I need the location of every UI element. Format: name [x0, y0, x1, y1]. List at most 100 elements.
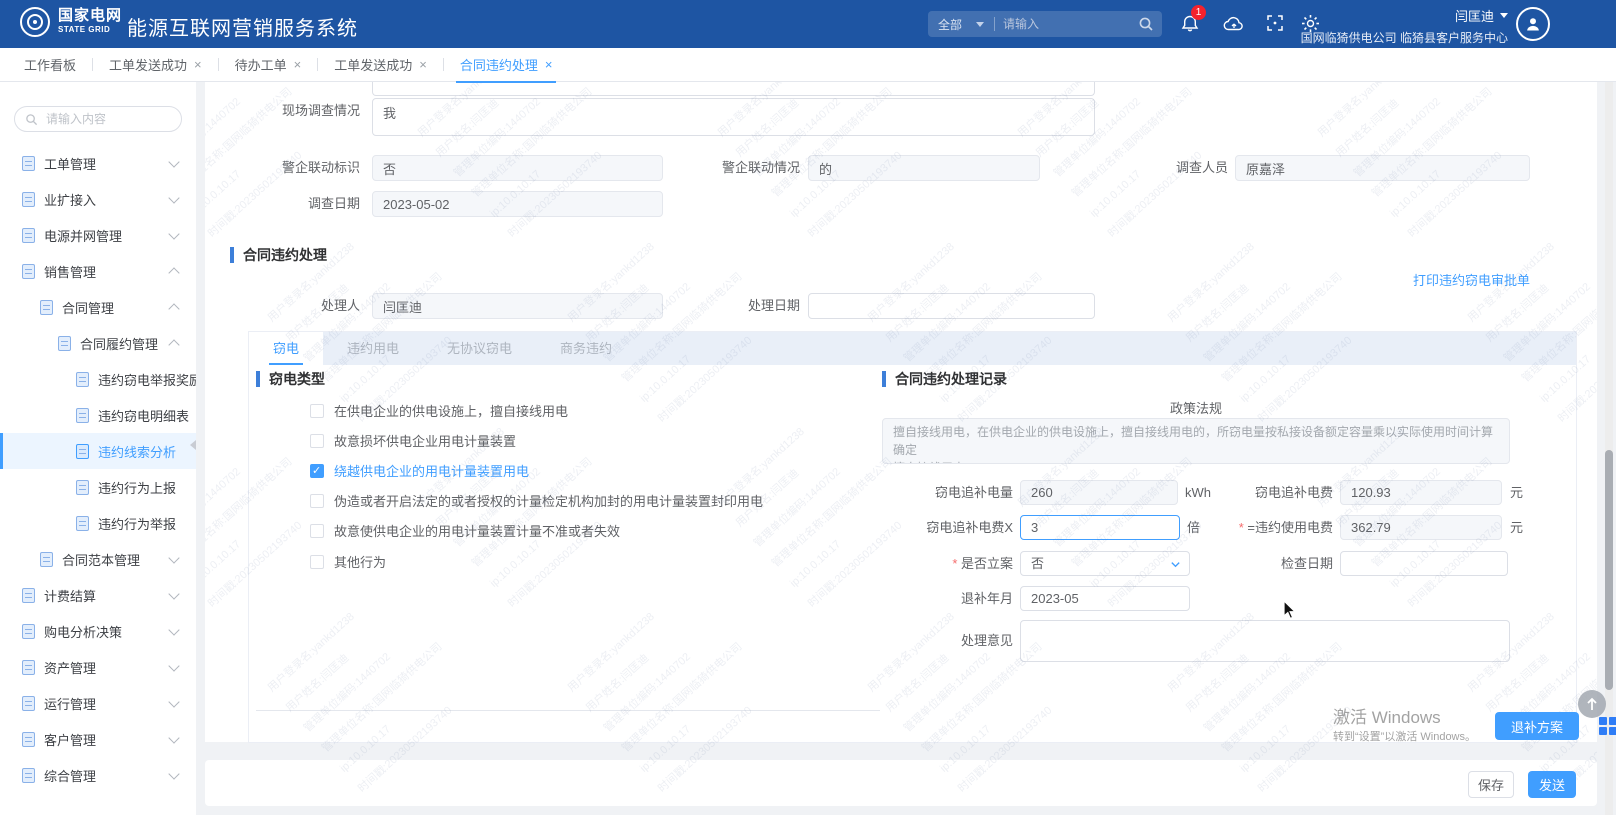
sidebar-item-合同履约管理[interactable]: 合同履约管理	[0, 325, 196, 361]
logo-en: STATE GRID	[58, 26, 122, 34]
scroll-to-top-button[interactable]	[1578, 690, 1606, 718]
document-icon	[22, 660, 35, 675]
sidebar-item-违约行为上报[interactable]: 违约行为上报	[0, 469, 196, 505]
case-filed-select[interactable]: 否	[1020, 551, 1190, 576]
chevron-down-icon	[168, 156, 179, 167]
fullscreen-icon[interactable]	[1266, 14, 1284, 32]
global-search-input[interactable]	[995, 17, 1138, 31]
sidebar-search-input[interactable]	[44, 111, 171, 127]
tab-工单发送成功[interactable]: 工单发送成功 ×	[318, 48, 443, 82]
police-info-input	[808, 155, 1040, 181]
tab-close-icon[interactable]: ×	[419, 57, 427, 72]
tab-label: 合同违约处理	[460, 55, 538, 74]
logo-cn: 国家电网	[58, 8, 122, 23]
print-approval-link[interactable]: 打印违约窃电审批单	[1390, 270, 1530, 289]
unit-times: 倍	[1187, 515, 1200, 540]
handler-input	[372, 293, 663, 319]
chevron-down-icon	[168, 588, 179, 599]
theft-option[interactable]: 其他行为	[310, 552, 386, 571]
policy-textarea: 擅自接线用电，在供电企业的供电设施上，擅自接线用电的，所窃电量按私接设备额定容量…	[882, 418, 1510, 464]
tab-close-icon[interactable]: ×	[194, 57, 202, 72]
document-icon	[40, 300, 53, 315]
sidebar-item-销售管理[interactable]: 销售管理	[0, 253, 196, 289]
sidebar-item-电源并网管理[interactable]: 电源并网管理	[0, 217, 196, 253]
opinion-textarea[interactable]	[1020, 620, 1510, 662]
sidebar-item-综合管理[interactable]: 综合管理	[0, 757, 196, 793]
refund-month-input[interactable]	[1020, 586, 1190, 611]
checkbox-icon[interactable]	[310, 434, 324, 448]
sidebar-item-工单管理[interactable]: 工单管理	[0, 145, 196, 181]
tab-合同违约处理[interactable]: 合同违约处理 ×	[444, 48, 569, 82]
user-menu[interactable]: 闫匡迪 国网临猗供电公司 临猗县客户服务中心	[1301, 6, 1508, 46]
tab-工作看板[interactable]: 工作看板	[8, 48, 92, 82]
tab-close-icon[interactable]: ×	[545, 57, 553, 72]
theft-option[interactable]: 伪造或者开启法定的或者授权的计量检定机构加封的用电计量装置封印用电	[310, 491, 763, 510]
person-icon	[1524, 15, 1542, 33]
sidebar-item-违约行为举报[interactable]: 违约行为举报	[0, 505, 196, 541]
search-scope-select[interactable]: 全部	[928, 16, 994, 33]
search-icon[interactable]	[1138, 16, 1154, 32]
scene-survey-textarea[interactable]: 我	[372, 98, 1095, 136]
sidebar-item-违约线索分析[interactable]: 违约线索分析	[0, 433, 196, 469]
theft-option[interactable]: 在供电企业的供电设施上，擅自接线用电	[310, 401, 568, 420]
tab-工单发送成功[interactable]: 工单发送成功 ×	[93, 48, 218, 82]
send-button[interactable]: 发送	[1528, 771, 1576, 798]
tab-label: 待办工单	[235, 55, 287, 74]
sidebar-item-违约窃电举报奖励[interactable]: 违约窃电举报奖励	[0, 361, 196, 397]
unit-yuan: 元	[1510, 515, 1523, 540]
save-button[interactable]: 保存	[1468, 771, 1514, 798]
sidebar-item-违约窃电明细表[interactable]: 违约窃电明细表	[0, 397, 196, 433]
checkbox-checked-icon[interactable]	[310, 464, 324, 478]
sidebar-item-合同范本管理[interactable]: 合同范本管理	[0, 541, 196, 577]
cloud-icon[interactable]	[1222, 14, 1246, 34]
sidebar-collapse-handle[interactable]	[190, 440, 196, 450]
checkbox-icon[interactable]	[310, 555, 324, 569]
fee-multiplier-input[interactable]	[1020, 515, 1180, 540]
handle-date-label: 处理日期	[660, 293, 800, 319]
theft-qty-label: 窃电追补电量	[883, 480, 1013, 505]
panel-tab-商务违约[interactable]: 商务违约	[536, 332, 636, 365]
panel-tab-窃电[interactable]: 窃电	[249, 332, 323, 365]
state-grid-logo-icon	[20, 7, 50, 37]
tab-close-icon[interactable]: ×	[294, 57, 302, 72]
document-icon	[22, 696, 35, 711]
checkbox-icon[interactable]	[310, 494, 324, 508]
check-date-label: 检查日期	[1203, 551, 1333, 576]
theft-option[interactable]: 绕越供电企业的用电计量装置用电	[310, 461, 529, 480]
checkbox-icon[interactable]	[310, 524, 324, 538]
document-icon	[22, 192, 35, 207]
arrow-up-icon	[1586, 697, 1598, 711]
sidebar-item-购电分析决策[interactable]: 购电分析决策	[0, 613, 196, 649]
handle-date-input[interactable]	[808, 293, 1095, 319]
tab-待办工单[interactable]: 待办工单 ×	[219, 48, 318, 82]
tab-bar: 工作看板工单发送成功×待办工单×工单发送成功×合同违约处理×	[0, 48, 1616, 82]
sidebar-item-label: 违约行为上报	[98, 478, 176, 497]
avatar[interactable]	[1516, 7, 1550, 41]
refund-month-label: 退补年月	[883, 586, 1013, 611]
sidebar-item-合同管理[interactable]: 合同管理	[0, 289, 196, 325]
refund-plan-button[interactable]: 退补方案	[1495, 712, 1579, 740]
document-icon	[22, 156, 35, 171]
theft-option[interactable]: 故意使供电企业的用电计量装置计量不准或者失效	[310, 521, 620, 540]
sidebar-item-计费结算[interactable]: 计费结算	[0, 577, 196, 613]
sidebar-item-运行管理[interactable]: 运行管理	[0, 685, 196, 721]
footer-bar	[205, 760, 1597, 806]
tab-label: 工单发送成功	[334, 55, 412, 74]
sidebar-item-业扩接入[interactable]: 业扩接入	[0, 181, 196, 217]
theft-fee-label: 窃电追补电费	[1203, 480, 1333, 505]
scrollbar-thumb[interactable]	[1605, 450, 1613, 690]
panel-tab-无协议窃电[interactable]: 无协议窃电	[423, 332, 536, 365]
sidebar-item-label: 电源并网管理	[44, 226, 122, 245]
check-date-input[interactable]	[1340, 551, 1508, 576]
sidebar-item-客户管理[interactable]: 客户管理	[0, 721, 196, 757]
panel-tab-违约用电[interactable]: 违约用电	[323, 332, 423, 365]
sidebar-item-资产管理[interactable]: 资产管理	[0, 649, 196, 685]
windows-activate-text: 激活 Windows	[1333, 703, 1441, 728]
app-header: 国家电网 STATE GRID 能源互联网营销服务系统 全部 1 闫匡迪 国网临…	[0, 0, 1616, 48]
sidebar-item-label: 购电分析决策	[44, 622, 122, 641]
theft-option[interactable]: 故意损坏供电企业用电计量装置	[310, 431, 516, 450]
checkbox-icon[interactable]	[310, 404, 324, 418]
widget-grid-icon[interactable]	[1599, 717, 1616, 737]
document-icon	[22, 588, 35, 603]
tab-label: 工单发送成功	[109, 55, 187, 74]
